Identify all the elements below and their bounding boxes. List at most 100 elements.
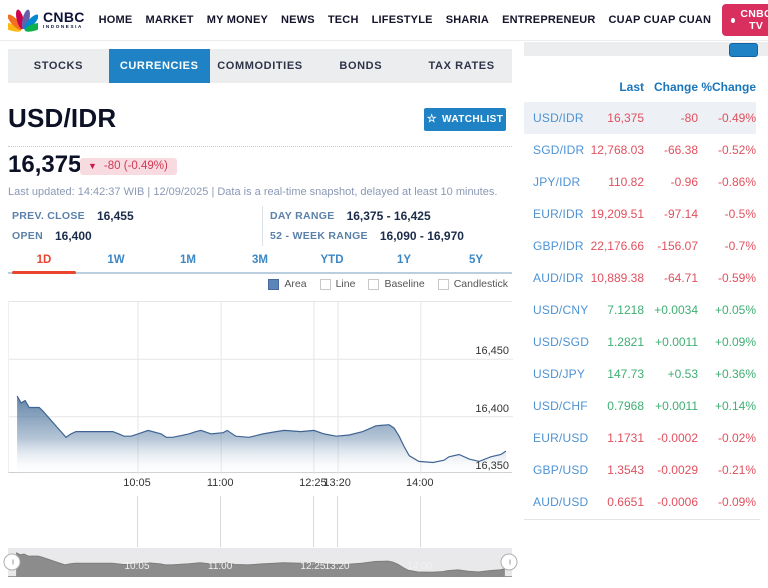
quote-pct: +0.14% [698, 399, 756, 413]
watchlist-button[interactable]: ☆ WATCHLIST [424, 108, 506, 131]
x-axis-labels: 10:0511:0012:2513:2014:00 [8, 477, 512, 490]
quote-change: +0.0011 [644, 335, 698, 349]
quote-row-usd-sgd[interactable]: USD/SGD1.2821+0.0011+0.09% [524, 326, 756, 358]
quote-row-aud-usd[interactable]: AUD/USD0.6651-0.0006-0.09% [524, 486, 756, 518]
quotes-panel-button[interactable] [729, 43, 758, 57]
navigator-label-1100: 11:00 [208, 561, 232, 572]
quote-last: 10,889.38 [590, 271, 644, 285]
legend-checkbox-area[interactable] [268, 279, 279, 290]
nav-item-news[interactable]: NEWS [281, 14, 315, 26]
legend-item-baseline[interactable]: Baseline [368, 278, 424, 290]
quote-row-usd-idr[interactable]: USD/IDR16,375-80-0.49% [524, 102, 756, 134]
range-tab-1d[interactable]: 1D [8, 251, 80, 272]
chart-navigator[interactable]: 10:0511:0012:2513:2014:00 [8, 548, 512, 577]
legend-item-area[interactable]: Area [268, 278, 306, 290]
x-axis-ticks [8, 496, 512, 547]
x-axis-tick [220, 496, 221, 547]
navigator-label-1320: 13:20 [325, 561, 350, 572]
market-tabbar: STOCKSCURRENCIESCOMMODITIESBONDSTAX RATE… [8, 49, 512, 83]
range-tab-3m[interactable]: 3M [224, 251, 296, 272]
prev-close-value: 16,455 [97, 209, 134, 223]
quote-pct: -0.86% [698, 175, 756, 189]
stats-divider [262, 206, 263, 246]
quote-pct: -0.5% [698, 207, 756, 221]
range-tab-5y[interactable]: 5Y [440, 251, 512, 272]
x-axis-tick [137, 496, 138, 547]
quote-row-aud-idr[interactable]: AUD/IDR10,889.38-64.71-0.59% [524, 262, 756, 294]
range-tab-1w[interactable]: 1W [80, 251, 152, 272]
quote-last: 22,176.66 [590, 239, 644, 253]
nav-item-my-money[interactable]: MY MONEY [207, 14, 268, 26]
week52-range-row: 52 - WEEK RANGE 16,090 - 16,970 [270, 226, 464, 246]
nav-item-cuap-cuap-cuan[interactable]: CUAP CUAP CUAN [609, 14, 712, 26]
navigator-handle-right[interactable] [501, 554, 518, 571]
quote-row-usd-cny[interactable]: USD/CNY7.1218+0.0034+0.05% [524, 294, 756, 326]
range-tab-1y[interactable]: 1Y [368, 251, 440, 272]
tab-tax-rates[interactable]: TAX RATES [411, 49, 512, 83]
quote-row-gbp-usd[interactable]: GBP/USD1.3543-0.0029-0.21% [524, 454, 756, 486]
quote-pct: -0.09% [698, 495, 756, 509]
navigator-label-1225: 12:25 [300, 561, 325, 572]
legend-label-area: Area [284, 278, 306, 290]
stats-right-column: DAY RANGE 16,375 - 16,425 52 - WEEK RANG… [270, 206, 464, 246]
dotted-divider [8, 146, 512, 147]
tab-commodities[interactable]: COMMODITIES [210, 49, 311, 83]
cnbc-tv-label: CNBC TV [740, 8, 768, 32]
legend-item-candlestick[interactable]: Candlestick [438, 278, 508, 290]
quote-row-eur-usd[interactable]: EUR/USD1.1731-0.0002-0.02% [524, 422, 756, 454]
tab-stocks[interactable]: STOCKS [8, 49, 109, 83]
legend-checkbox-line[interactable] [320, 279, 331, 290]
quote-row-gbp-idr[interactable]: GBP/IDR22,176.66-156.07-0.7% [524, 230, 756, 262]
legend-checkbox-candlestick[interactable] [438, 279, 449, 290]
nav-item-lifestyle[interactable]: LIFESTYLE [372, 14, 433, 26]
day-range-label: DAY RANGE [270, 210, 335, 222]
area-series [9, 302, 513, 474]
quote-row-jpy-idr[interactable]: JPY/IDR110.82-0.96-0.86% [524, 166, 756, 198]
quote-change: -97.14 [644, 207, 698, 221]
cnbc-tv-button[interactable]: CNBC TV [722, 4, 768, 36]
quote-change: -80 [644, 111, 698, 125]
tab-bonds[interactable]: BONDS [310, 49, 411, 83]
prev-close-row: PREV. CLOSE 16,455 [12, 206, 134, 226]
navigator-handle-left[interactable] [4, 554, 21, 571]
nav-item-market[interactable]: MARKET [145, 14, 193, 26]
range-tabs: 1D1W1M3MYTD1Y5Y [8, 251, 512, 274]
quote-row-sgd-idr[interactable]: SGD/IDR12,768.03-66.38-0.52% [524, 134, 756, 166]
page-title: USD/IDR [8, 103, 116, 134]
quote-change: +0.53 [644, 367, 698, 381]
nav-item-sharia[interactable]: SHARIA [446, 14, 489, 26]
x-axis-label-1005: 10:05 [123, 477, 151, 489]
day-range-row: DAY RANGE 16,375 - 16,425 [270, 206, 464, 226]
quote-last: 1.3543 [590, 463, 644, 477]
watchlist-label: WATCHLIST [442, 114, 503, 125]
chart-type-legend: Area Line Baseline Candlestick [8, 278, 508, 290]
range-tab-ytd[interactable]: YTD [296, 251, 368, 272]
legend-item-line[interactable]: Line [320, 278, 356, 290]
price-chart[interactable]: 16,35016,40016,450 [8, 301, 512, 473]
quote-last: 1.1731 [590, 431, 644, 445]
logo-sub-text: INDONESIA [43, 25, 85, 30]
quote-pct: -0.02% [698, 431, 756, 445]
quote-row-usd-jpy[interactable]: USD/JPY147.73+0.53+0.36% [524, 358, 756, 390]
quote-pair: USD/SGD [524, 335, 590, 349]
quote-last: 147.73 [590, 367, 644, 381]
quote-change: +0.0034 [644, 303, 698, 317]
y-axis-label-16450: 16,450 [475, 345, 509, 357]
range-tab-1m[interactable]: 1M [152, 251, 224, 272]
peacock-icon [8, 6, 38, 34]
quote-change: -66.38 [644, 143, 698, 157]
legend-checkbox-baseline[interactable] [368, 279, 379, 290]
quote-pct: -0.21% [698, 463, 756, 477]
quote-row-usd-chf[interactable]: USD/CHF0.7968+0.0011+0.14% [524, 390, 756, 422]
cnbc-indonesia-logo[interactable]: CNBC INDONESIA [8, 6, 85, 34]
nav-item-tech[interactable]: TECH [328, 14, 359, 26]
x-axis-tick [337, 496, 338, 547]
quotes-header-row: LastChange%Change [524, 78, 756, 96]
week52-range-label: 52 - WEEK RANGE [270, 230, 368, 242]
quote-row-eur-idr[interactable]: EUR/IDR19,209.51-97.14-0.5% [524, 198, 756, 230]
tab-currencies[interactable]: CURRENCIES [109, 49, 210, 83]
nav-item-entrepreneur[interactable]: ENTREPRENEUR [502, 14, 595, 26]
quote-pct: -0.52% [698, 143, 756, 157]
quote-pair: AUD/USD [524, 495, 590, 509]
nav-item-home[interactable]: HOME [99, 14, 133, 26]
